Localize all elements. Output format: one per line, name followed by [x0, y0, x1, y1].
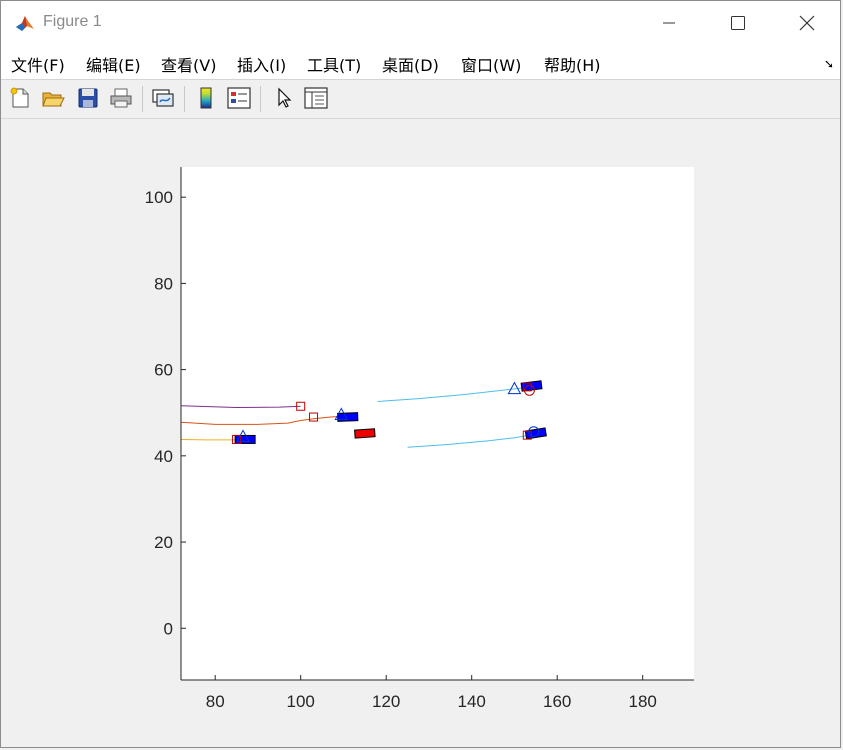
new-figure-button[interactable] [7, 85, 33, 111]
toolbar-separator [142, 86, 143, 112]
menu-window[interactable]: 窗口(W) [461, 52, 521, 76]
menu-file[interactable]: 文件(F) [11, 52, 65, 76]
open-file-button[interactable] [40, 85, 66, 111]
y-tick-label: 20 [154, 533, 173, 552]
print-icon [110, 88, 132, 108]
toolbar-separator [184, 86, 185, 112]
matlab-logo-icon [14, 12, 36, 34]
minimize-icon [663, 22, 675, 24]
y-tick-label: 40 [154, 447, 173, 466]
figure-toolbar [1, 80, 840, 119]
title-bar[interactable]: Figure 1 [1, 1, 840, 45]
save-button[interactable] [75, 85, 101, 111]
menu-help[interactable]: 帮助(H) [544, 52, 601, 76]
menu-desktop[interactable]: 桌面(D) [382, 52, 439, 76]
toolbar-separator [260, 86, 261, 112]
menu-bar: 文件(F) 编辑(E) 查看(V) 插入(I) 工具(T) 桌面(D) 窗口(W… [1, 45, 840, 80]
menu-tools[interactable]: 工具(T) [307, 52, 361, 76]
y-tick-label: 60 [154, 361, 173, 380]
property-inspector-button[interactable] [303, 85, 329, 111]
x-tick-label: 80 [206, 692, 225, 711]
x-tick-label: 160 [543, 692, 571, 711]
vehicle-box [337, 412, 359, 422]
maximize-icon [731, 16, 745, 30]
x-tick-label: 180 [629, 692, 657, 711]
figure-window: Figure 1 文件(F) 编辑(E) 查看(V) 插入(I) 工具(T) 桌… [0, 0, 841, 748]
menu-view[interactable]: 查看(V) [161, 52, 216, 76]
y-tick-label: 80 [154, 274, 173, 293]
colorbar-button[interactable] [193, 85, 219, 111]
print-button[interactable] [108, 85, 134, 111]
y-tick-label: 0 [164, 619, 173, 638]
legend-icon [227, 87, 251, 109]
x-tick-label: 120 [372, 692, 400, 711]
pointer-icon [278, 87, 292, 108]
save-icon [78, 88, 98, 108]
x-tick-label: 100 [287, 692, 315, 711]
open-file-icon [42, 92, 65, 107]
close-button[interactable] [772, 1, 840, 45]
vehicle-box [354, 428, 376, 439]
menu-insert[interactable]: 插入(I) [237, 52, 286, 76]
link-plot-icon [152, 89, 174, 107]
window-title: Figure 1 [43, 13, 102, 30]
legend-button[interactable] [226, 85, 252, 111]
dock-arrow-icon[interactable]: ➘ [824, 57, 834, 71]
y-tick-label: 100 [145, 188, 173, 207]
maximize-button[interactable] [703, 1, 773, 45]
plot-svg[interactable]: 80 100 120 140 160 180 0 20 40 60 80 100 [1, 119, 841, 748]
new-figure-icon [10, 87, 29, 108]
menu-edit[interactable]: 编辑(E) [86, 52, 141, 76]
property-inspector-icon [304, 87, 328, 109]
link-plot-button[interactable] [150, 85, 176, 111]
colorbar-icon [200, 87, 212, 109]
minimize-button[interactable] [634, 1, 704, 45]
pointer-button[interactable] [271, 85, 297, 111]
x-tick-label: 140 [458, 692, 486, 711]
axes-background [181, 167, 694, 680]
figure-canvas[interactable]: 80 100 120 140 160 180 0 20 40 60 80 100 [1, 119, 841, 748]
close-icon [799, 15, 815, 31]
